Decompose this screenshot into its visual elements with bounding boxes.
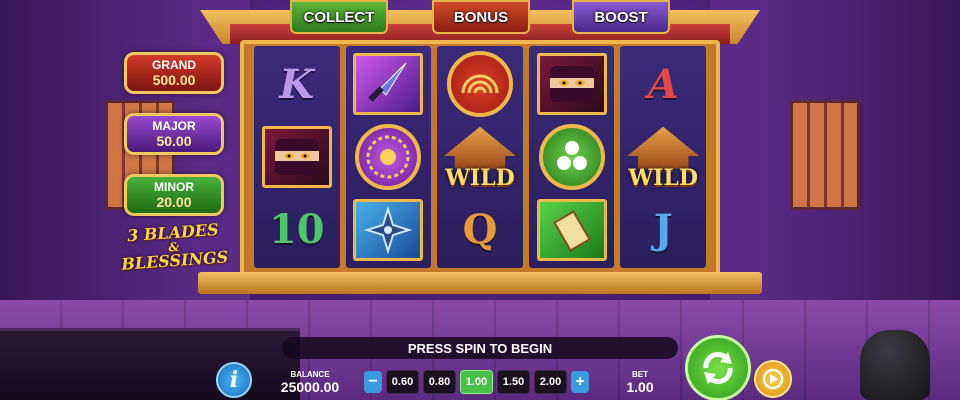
kunai-symbol: [353, 53, 424, 116]
purple-medallion-symbol: [355, 123, 422, 190]
reel-cell: [529, 121, 615, 194]
jackpot-label: GRAND: [152, 58, 196, 72]
ninja-face-icon: [549, 66, 594, 103]
jackpot-value: 20.00: [156, 194, 192, 210]
jackpot-value: 500.00: [152, 72, 196, 88]
refresh-arrows-icon: [703, 352, 733, 384]
ninja-portrait-symbol: [536, 53, 607, 116]
reel-cell: [529, 193, 615, 266]
shuriken-icon: [364, 205, 413, 255]
balance-label: BALANCE: [290, 370, 330, 379]
reel-cell: A: [620, 48, 706, 121]
reel-frame-base: [198, 272, 762, 294]
status-message: PRESS SPIN TO BEGIN: [282, 337, 678, 359]
reel-cell: WILD: [620, 121, 706, 194]
tab-boost: BOOST: [572, 0, 670, 34]
bet-option-selected[interactable]: 1.00: [460, 370, 493, 394]
reel-cell: [529, 48, 615, 121]
reel-cell: J: [620, 193, 706, 266]
scroll-symbol: [536, 198, 607, 261]
game-scene: COLLECT BONUS BOOST K 10 WILD Q A WILD J…: [0, 0, 960, 400]
jackpot-major: MAJOR 50.00: [124, 113, 224, 155]
bet-increase-button[interactable]: +: [571, 371, 589, 393]
bet-option[interactable]: 2.00: [534, 370, 567, 394]
shuriken-symbol: [353, 198, 424, 261]
tomoe-icon: [556, 140, 587, 170]
tab-bonus: BONUS: [432, 0, 530, 34]
logo-line-3: BLESSINGS: [120, 247, 229, 274]
reel-cell: WILD: [437, 121, 523, 194]
balance-display: BALANCE 25000.00: [270, 370, 350, 395]
bet-option[interactable]: 1.50: [497, 370, 530, 394]
reel-cell: K: [254, 48, 340, 121]
bet-display: BET 1.00: [620, 370, 660, 395]
reel-cell: 10: [254, 193, 340, 266]
red-medallion-symbol: [446, 51, 513, 118]
ninja-face-icon: [274, 138, 319, 175]
autoplay-icon: [762, 368, 784, 390]
reel-1: K 10: [254, 46, 340, 268]
bet-option[interactable]: 0.80: [423, 370, 456, 394]
jackpot-label: MAJOR: [152, 119, 196, 133]
info-button[interactable]: i: [216, 362, 252, 398]
foreground-table: [0, 328, 300, 400]
symbol-10: 10: [268, 206, 325, 254]
wave-crest-icon: [461, 74, 499, 94]
reel-cell: [254, 121, 340, 194]
foreground-pot: [860, 330, 930, 400]
pagoda-icon: [627, 126, 700, 169]
bet-decrease-button[interactable]: −: [364, 371, 382, 393]
bet-value: 1.00: [626, 379, 654, 395]
reel-2: [345, 46, 432, 268]
bet-selector: − 0.60 0.80 1.00 1.50 2.00 +: [364, 369, 589, 395]
symbol-a: A: [647, 60, 679, 108]
reel-3: WILD Q: [437, 46, 523, 268]
ninja-portrait-symbol: [261, 125, 332, 188]
pagoda-icon: [443, 126, 516, 169]
reel-4: [528, 46, 615, 268]
symbol-k: K: [279, 60, 315, 108]
autoplay-button[interactable]: [754, 360, 792, 398]
jackpot-label: MINOR: [154, 180, 194, 194]
spin-button[interactable]: [685, 335, 751, 400]
wild-symbol: WILD: [628, 165, 698, 192]
jackpot-value: 50.00: [156, 133, 192, 149]
reel-cell: [437, 48, 523, 121]
wild-symbol: WILD: [445, 165, 515, 192]
reel-5: A WILD J: [620, 46, 706, 268]
reel-grid: K 10 WILD Q A WILD J: [254, 46, 706, 268]
reel-cell: Q: [437, 193, 523, 266]
symbol-j: J: [653, 206, 673, 254]
scroll-icon: [552, 209, 591, 252]
tab-collect: COLLECT: [290, 0, 388, 34]
right-window: [790, 100, 860, 210]
jackpot-minor: MINOR 20.00: [124, 174, 224, 216]
reel-cell: [346, 121, 432, 194]
kunai-icon: [368, 62, 407, 103]
balance-value: 25000.00: [280, 379, 340, 395]
jackpot-grand: GRAND 500.00: [124, 52, 224, 94]
reel-cell: [346, 48, 432, 121]
reel-cell: [346, 193, 432, 266]
game-logo: 3 BLADES & BLESSINGS: [117, 220, 232, 276]
bet-label: BET: [632, 370, 648, 379]
green-medallion-symbol: [538, 123, 605, 190]
chrysanthemum-icon: [366, 135, 410, 179]
bet-option[interactable]: 0.60: [386, 370, 419, 394]
symbol-q: Q: [462, 206, 498, 254]
